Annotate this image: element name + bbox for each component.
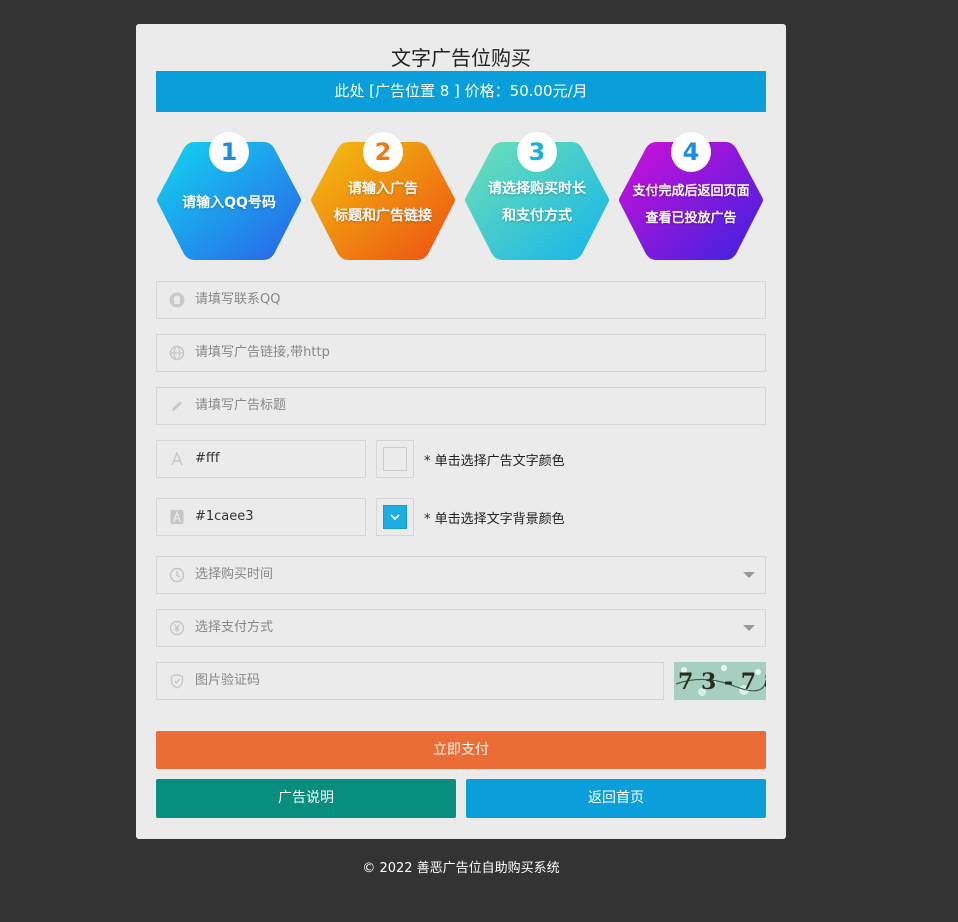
step-text-line: 请选择购买时长 xyxy=(488,181,586,197)
ad-title-field[interactable]: 请填写广告标题 xyxy=(156,387,766,425)
dropdown-arrow-icon xyxy=(743,625,755,631)
step-text-line: 标题和广告链接 xyxy=(334,208,432,224)
font-icon xyxy=(171,451,183,466)
step-1: 1 请输入QQ号码 xyxy=(156,130,306,264)
step-number: 2 xyxy=(363,132,403,172)
time-select[interactable]: 选择购买时间 xyxy=(156,556,766,594)
bg-color-note: * 单击选择文字背景颜色 xyxy=(424,512,565,527)
text-color-value: #fff xyxy=(195,451,220,466)
steps-row: 1 请输入QQ号码 2 请输入广告 标题和广告链接 3 请选择购买时长 和支付方… xyxy=(156,130,766,264)
step-text-line: 和支付方式 xyxy=(502,208,572,224)
step-number: 1 xyxy=(209,132,249,172)
step-number: 3 xyxy=(517,132,557,172)
bg-color-swatch xyxy=(383,505,407,529)
step-number: 4 xyxy=(671,132,711,172)
text-color-field[interactable]: #fff xyxy=(156,440,366,478)
payment-select[interactable]: 选择支付方式 xyxy=(156,609,766,647)
font-background-icon xyxy=(170,510,184,524)
shield-icon xyxy=(170,673,184,689)
bg-color-picker[interactable] xyxy=(376,498,414,536)
back-home-button[interactable]: 返回首页 xyxy=(466,779,766,818)
globe-icon xyxy=(169,345,185,361)
footer-copyright: © 2022 善恶广告位自助购买系统 xyxy=(362,861,560,876)
captcha-text: 7 3 - 7 8 xyxy=(678,669,766,695)
text-color-swatch xyxy=(383,447,407,471)
step-3: 3 请选择购买时长 和支付方式 xyxy=(464,130,614,264)
payment-placeholder: 选择支付方式 xyxy=(195,620,274,635)
price-banner: 此处 [广告位置 8 ] 价格：50.00元/月 xyxy=(156,71,766,112)
link-placeholder: 请填写广告链接,带http xyxy=(195,345,330,360)
captcha-placeholder: 图片验证码 xyxy=(195,673,261,688)
step-text-line: 查看已投放广告 xyxy=(645,211,737,226)
qq-field[interactable]: 请填写联系QQ xyxy=(156,281,766,319)
yen-icon xyxy=(169,620,185,636)
dropdown-arrow-icon xyxy=(743,572,755,578)
step-text-line: 支付完成后返回页面 xyxy=(632,184,750,199)
qq-placeholder: 请填写联系QQ xyxy=(195,292,281,307)
bg-color-value: #1caee3 xyxy=(195,509,254,524)
pay-now-button[interactable]: 立即支付 xyxy=(156,731,766,769)
pencil-icon xyxy=(172,401,182,411)
text-color-picker[interactable] xyxy=(376,440,414,478)
ad-info-button[interactable]: 广告说明 xyxy=(156,779,456,818)
bg-color-field[interactable]: #1caee3 xyxy=(156,498,366,536)
time-placeholder: 选择购买时间 xyxy=(195,567,274,582)
step-4: 4 支付完成后返回页面 查看已投放广告 xyxy=(618,130,768,264)
step-text-line: 请输入广告 xyxy=(348,181,418,197)
step-2: 2 请输入广告 标题和广告链接 xyxy=(310,130,460,264)
clock-icon xyxy=(169,567,185,583)
step-text-line: 请输入QQ号码 xyxy=(182,195,276,211)
link-field[interactable]: 请填写广告链接,带http xyxy=(156,334,766,372)
captcha-field[interactable]: 图片验证码 xyxy=(156,662,664,700)
ad-title-placeholder: 请填写广告标题 xyxy=(195,398,287,413)
chevron-down-icon xyxy=(390,514,400,521)
captcha-noise: 7 3 - 7 8 xyxy=(674,662,766,700)
qq-icon xyxy=(169,292,185,308)
text-color-note: * 单击选择广告文字颜色 xyxy=(424,454,565,469)
captcha-image[interactable]: 7 3 - 7 8 xyxy=(674,662,766,700)
page-title: 文字广告位购买 xyxy=(391,46,531,70)
purchase-panel: 文字广告位购买 此处 [广告位置 8 ] 价格：50.00元/月 1 请输入QQ… xyxy=(136,24,786,839)
